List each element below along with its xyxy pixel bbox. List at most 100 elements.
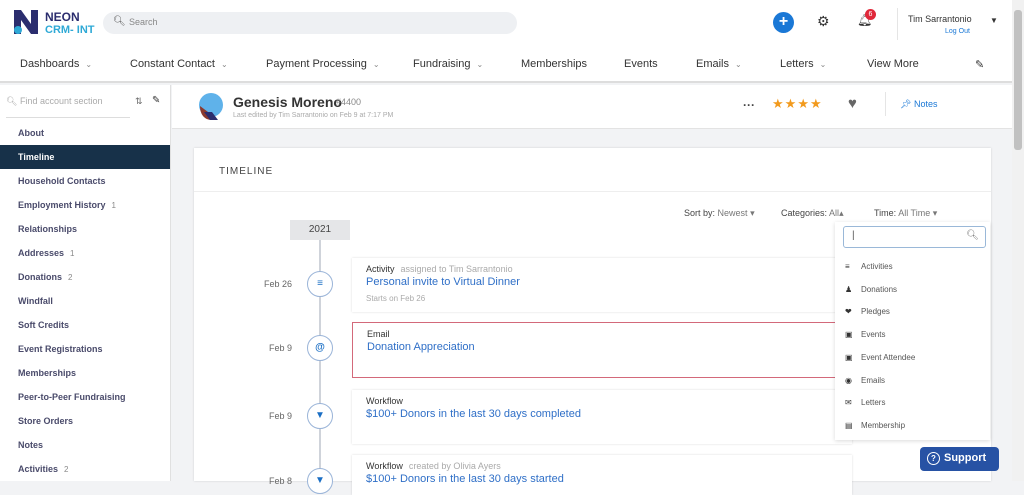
category-option-donations[interactable]: ♟ Donations: [845, 285, 897, 294]
neon-logo[interactable]: NEON CRM- INT: [12, 8, 102, 38]
timeline-date: Feb 9: [268, 343, 292, 353]
nav-view-more[interactable]: View More: [867, 58, 919, 70]
sidebar-item-event-registrations[interactable]: Event Registrations: [0, 337, 170, 361]
sidebar-item-windfall[interactable]: Windfall: [0, 289, 170, 313]
sidebar-item-household-contacts[interactable]: Household Contacts: [0, 169, 170, 193]
sidebar-item-addresses[interactable]: Addresses 1: [0, 241, 170, 265]
gear-icon[interactable]: ⚙: [817, 13, 830, 30]
sidebar-item-label: Peer-to-Peer Fundraising: [18, 392, 126, 402]
category-icon: ♟: [845, 284, 853, 294]
notes-button[interactable]: 📌︎ Notes: [900, 99, 937, 110]
category-option-events[interactable]: ▣ Events: [845, 330, 885, 339]
star-icon[interactable]: ★: [797, 96, 810, 111]
item-type: Email: [367, 329, 390, 339]
nav-dashboards[interactable]: Dashboards ⌄: [20, 58, 92, 70]
count-badge: 1: [111, 201, 116, 210]
nav-constant-contact[interactable]: Constant Contact ⌄: [130, 58, 228, 70]
sidebar-item-label: Relationships: [18, 224, 78, 234]
count-badge: 1: [70, 249, 75, 258]
category-option-letters[interactable]: ✉ Letters: [845, 398, 885, 407]
brand-name: NEON: [45, 10, 80, 24]
caret-down-icon[interactable]: ▼: [990, 16, 998, 25]
chevron-down-icon: ⌄: [372, 60, 380, 69]
find-section-input[interactable]: 🔍︎ Find account section: [6, 96, 102, 107]
heart-icon[interactable]: ♥: [848, 95, 857, 112]
account-id: #4400: [336, 97, 362, 107]
category-icon: ▤: [845, 420, 853, 430]
add-button[interactable]: +: [773, 12, 794, 33]
nav-fundraising[interactable]: Fundraising ⌄: [413, 58, 483, 70]
sidebar-item-label: Windfall: [18, 296, 53, 306]
global-search-input[interactable]: 🔍︎ Search: [103, 12, 517, 34]
sidebar-item-about[interactable]: About: [0, 121, 170, 145]
nav-memberships[interactable]: Memberships: [521, 58, 587, 70]
item-type: Workflow: [366, 461, 403, 471]
sidebar-item-memberships[interactable]: Memberships: [0, 361, 170, 385]
edit-icon[interactable]: ✎: [152, 95, 160, 106]
sidebar-item-employment-history[interactable]: Employment History 1: [0, 193, 170, 217]
sidebar-item-label: Employment History: [18, 200, 106, 210]
star-icon[interactable]: ★: [785, 96, 798, 111]
item-meta: created by Olivia Ayers: [408, 461, 501, 471]
filter-icon: ▼: [307, 403, 333, 429]
sidebar-item-soft-credits[interactable]: Soft Credits: [0, 313, 170, 337]
category-option-emails[interactable]: ◉ Emails: [845, 376, 885, 385]
sidebar-item-label: Event Registrations: [18, 344, 103, 354]
category-icon: ✉: [845, 398, 852, 408]
item-title-link[interactable]: Personal invite to Virtual Dinner: [366, 276, 838, 288]
sort-icon[interactable]: ⇅: [135, 96, 143, 107]
sort-dropdown[interactable]: Sort by: Newest ▾: [684, 208, 755, 219]
category-option-membership[interactable]: ▤ Membership: [845, 421, 905, 430]
nav-events[interactable]: Events: [624, 58, 658, 70]
star-icon[interactable]: ★: [810, 96, 823, 111]
star-rating[interactable]: ★★★★★: [772, 96, 835, 112]
category-search-input[interactable]: | 🔍︎: [843, 226, 986, 248]
timeline-item[interactable]: Workflow created by Olivia Ayers $100+ Do…: [352, 455, 852, 495]
category-option-activities[interactable]: ≡ Activities: [845, 262, 893, 271]
search-icon: 🔍︎: [966, 230, 979, 241]
sidebar-item-label: Timeline: [18, 152, 55, 162]
edit-nav-icon[interactable]: ✎: [975, 58, 984, 71]
item-title-link[interactable]: $100+ Donors in the last 30 days complet…: [366, 408, 838, 420]
timeline-item[interactable]: Email Donation Appreciation: [352, 322, 852, 378]
scrollbar-thumb[interactable]: [1014, 10, 1022, 150]
user-menu[interactable]: Tim Sarrantonio Log Out ▼: [897, 8, 1005, 40]
sidebar-item-label: Household Contacts: [18, 176, 106, 186]
search-icon: 🔍︎: [113, 16, 126, 27]
star-icon[interactable]: ★: [823, 96, 836, 111]
chevron-down-icon: ⌄: [735, 60, 742, 69]
divider: [885, 92, 886, 116]
more-options-icon[interactable]: ···: [743, 98, 755, 112]
logout-link[interactable]: Log Out: [945, 28, 970, 35]
at-icon: @: [307, 335, 333, 361]
timeline-item[interactable]: Activity assigned to Tim Sarrantonio Pers…: [352, 258, 852, 312]
nav-emails[interactable]: Emails ⌄: [696, 58, 742, 70]
star-icon[interactable]: ★: [772, 96, 785, 111]
sidebar-item-notes[interactable]: Notes: [0, 433, 170, 457]
timeline-date: Feb 9: [268, 411, 292, 421]
logo-mark-icon: [14, 10, 38, 34]
category-icon: ≡: [845, 262, 850, 271]
time-dropdown[interactable]: Time: All Time ▾: [874, 208, 937, 219]
sidebar-item-label: Soft Credits: [18, 320, 70, 330]
notification-badge: 6: [865, 9, 876, 20]
sidebar-item-activities[interactable]: Activities 2: [0, 457, 170, 481]
sidebar-item-label: Activities: [18, 464, 59, 474]
sidebar-item-peer-to-peer-fundraising[interactable]: Peer-to-Peer Fundraising: [0, 385, 170, 409]
item-title-link[interactable]: Donation Appreciation: [367, 341, 837, 353]
chart-icon: ≡: [307, 271, 333, 297]
item-title-link[interactable]: $100+ Donors in the last 30 days started: [366, 473, 838, 485]
sidebar-item-relationships[interactable]: Relationships: [0, 217, 170, 241]
timeline-item[interactable]: Workflow $100+ Donors in the last 30 day…: [352, 390, 852, 444]
category-option-pledges[interactable]: ❤ Pledges: [845, 307, 890, 316]
chevron-down-icon: ⌄: [476, 60, 484, 69]
category-option-event-attendee[interactable]: ▣ Event Attendee: [845, 353, 915, 362]
categories-dropdown[interactable]: Categories: All▴: [781, 208, 844, 219]
nav-payment-processing[interactable]: Payment Processing ⌄: [266, 58, 380, 70]
support-button[interactable]: ? Support: [920, 447, 999, 471]
sidebar-item-store-orders[interactable]: Store Orders: [0, 409, 170, 433]
count-badge: 2: [64, 465, 69, 474]
nav-letters[interactable]: Letters ⌄: [780, 58, 826, 70]
sidebar-item-donations[interactable]: Donations 2: [0, 265, 170, 289]
sidebar-item-timeline[interactable]: Timeline: [0, 145, 170, 169]
